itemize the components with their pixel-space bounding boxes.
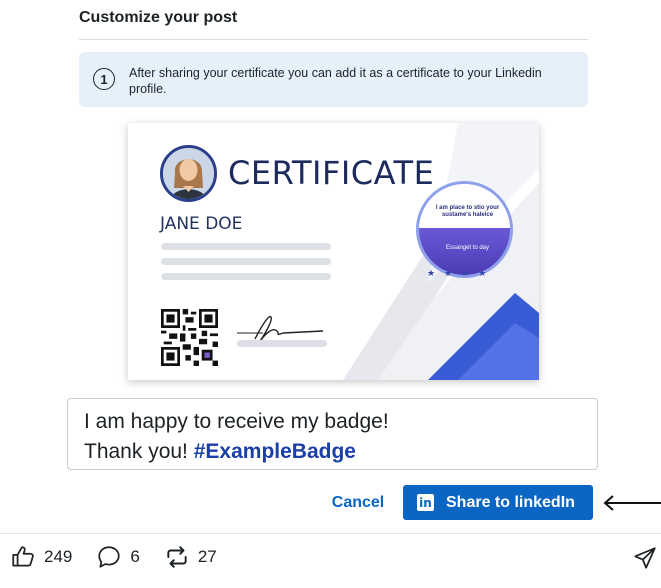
like-action[interactable]: 249	[10, 544, 72, 570]
social-actions: 249 6 27	[10, 544, 241, 570]
info-banner: 1 After sharing your certificate you can…	[79, 52, 588, 107]
placeholder-line	[161, 258, 331, 265]
repost-icon	[167, 546, 187, 568]
repost-count: 27	[197, 547, 217, 566]
cancel-button[interactable]: Cancel	[322, 490, 394, 516]
message-text: Thank you!	[84, 440, 194, 463]
hashtag-link[interactable]: #ExampleBadge	[194, 440, 356, 463]
badge-bottom-text: Essanget to day	[445, 245, 490, 251]
post-message-input[interactable]: I am happy to receive my badge! Thank yo…	[67, 398, 598, 470]
qr-code	[161, 309, 218, 366]
signature	[237, 315, 327, 347]
thumbs-up-icon	[12, 546, 34, 567]
send-icon[interactable]	[632, 545, 658, 571]
share-to-linkedin-button[interactable]: in Share to linkedIn	[403, 485, 593, 520]
placeholder-line	[161, 273, 331, 280]
certificate-preview: CERTIFICATE JANE DOE I am place to stio …	[128, 123, 539, 380]
badge-stars: ★★★★	[427, 268, 496, 278]
info-text: After sharing your certificate you can a…	[129, 66, 542, 96]
header-divider	[79, 39, 588, 40]
certificate-title: CERTIFICATE	[228, 154, 435, 192]
info-icon: 1	[93, 68, 115, 90]
like-count: 249	[44, 547, 73, 566]
badge-top-text: I am place to stio your sustame's haleic…	[435, 205, 500, 218]
post-title: Customize your post	[79, 9, 238, 26]
arrow-left-icon	[603, 495, 661, 511]
certificate-recipient-name: JANE DOE	[160, 214, 243, 234]
comment-count: 6	[130, 547, 140, 566]
avatar	[160, 145, 217, 202]
repost-action[interactable]: 27	[164, 544, 217, 570]
comment-action[interactable]: 6	[96, 544, 140, 570]
comment-icon	[98, 546, 120, 568]
linkedin-icon: in	[417, 494, 434, 511]
bottom-divider	[0, 533, 661, 534]
badge-seal: I am place to stio your sustame's haleic…	[416, 181, 513, 278]
message-line-1: I am happy to receive my badge!	[84, 410, 389, 433]
share-button-label: Share to linkedIn	[446, 493, 575, 511]
message-line-2: Thank you! #ExampleBadge	[84, 437, 581, 467]
placeholder-line	[161, 243, 331, 250]
